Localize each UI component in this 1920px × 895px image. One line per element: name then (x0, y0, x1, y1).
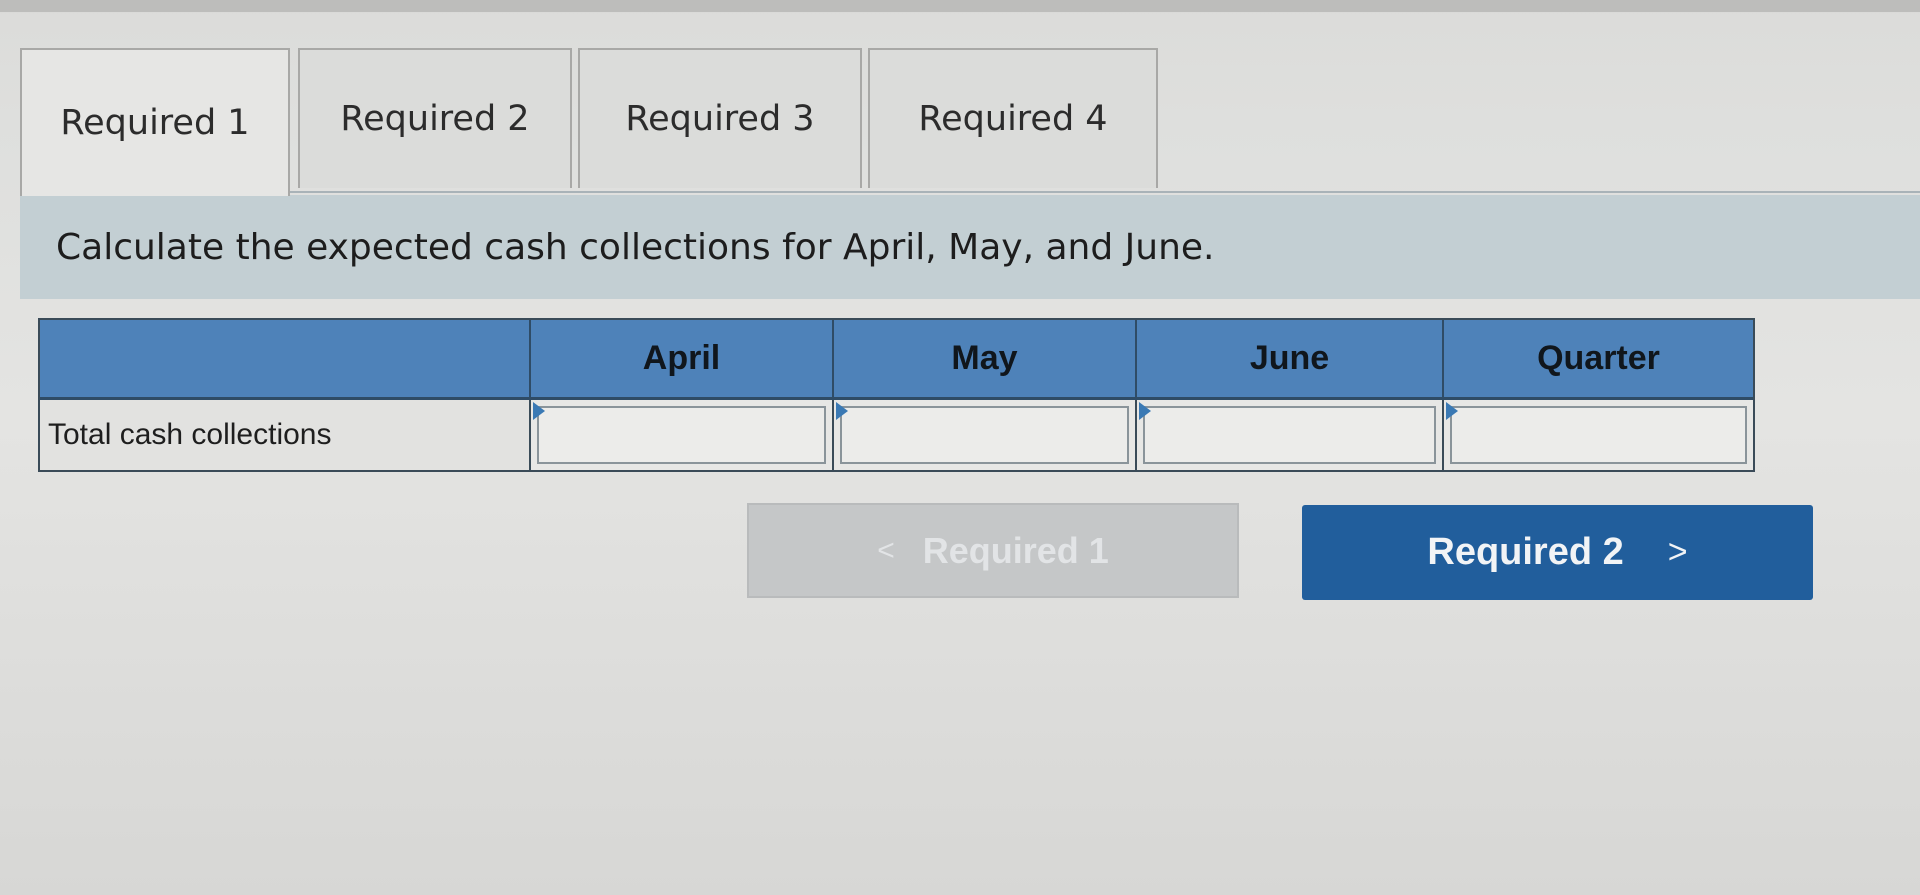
june-input[interactable] (1143, 406, 1436, 464)
row-label-total-cash-collections: Total cash collections (40, 400, 531, 470)
tab-divider (20, 191, 1920, 193)
may-cell (834, 400, 1137, 470)
april-input[interactable] (537, 406, 826, 464)
next-button-label: Required 2 (1427, 531, 1624, 573)
tab-required-3[interactable]: Required 3 (578, 48, 862, 188)
cell-marker-icon (1139, 402, 1151, 420)
cell-marker-icon (836, 402, 848, 420)
header-quarter: Quarter (1444, 320, 1753, 397)
june-cell (1137, 400, 1444, 470)
quarter-cell (1444, 400, 1753, 470)
top-edge (0, 0, 1920, 12)
cell-marker-icon (1446, 402, 1458, 420)
table-header-row: April May June Quarter (40, 320, 1753, 397)
previous-required-button[interactable]: < Required 1 (747, 503, 1239, 598)
tab-bar: Required 1 Required 2 Required 3 Require… (20, 48, 1920, 196)
tab-required-2[interactable]: Required 2 (298, 48, 572, 188)
tab-required-1[interactable]: Required 1 (20, 48, 290, 196)
may-input[interactable] (840, 406, 1129, 464)
cash-collections-table: April May June Quarter Total cash collec… (38, 318, 1755, 472)
tab-required-4[interactable]: Required 4 (868, 48, 1158, 188)
chevron-right-icon: > (1667, 533, 1688, 571)
header-april: April (531, 320, 834, 397)
instruction-banner: Calculate the expected cash collections … (20, 195, 1920, 299)
header-june: June (1137, 320, 1444, 397)
chevron-left-icon: < (877, 533, 895, 567)
instruction-text: Calculate the expected cash collections … (56, 226, 1215, 268)
table-row: Total cash collections (40, 397, 1753, 470)
header-blank (40, 320, 531, 397)
april-cell (531, 400, 834, 470)
previous-button-label: Required 1 (922, 529, 1109, 571)
header-may: May (834, 320, 1137, 397)
next-required-button[interactable]: Required 2 > (1302, 505, 1813, 600)
quarter-input[interactable] (1450, 406, 1747, 464)
cell-marker-icon (533, 402, 545, 420)
assignment-screen: Required 1 Required 2 Required 3 Require… (0, 0, 1920, 895)
